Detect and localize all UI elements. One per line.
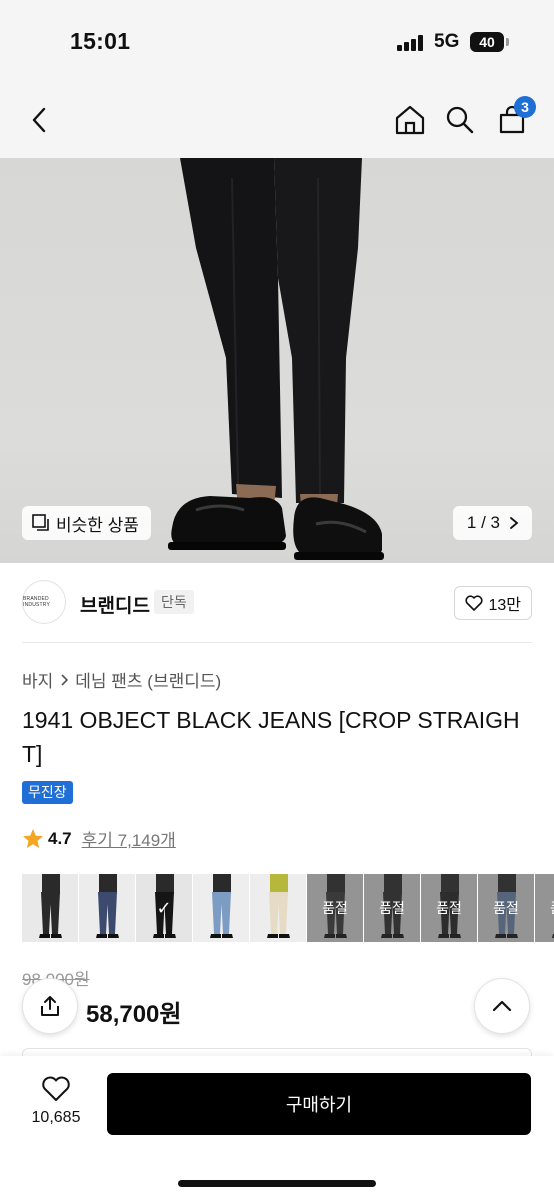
heart-icon — [465, 595, 484, 611]
divider — [22, 642, 532, 643]
color-option[interactable]: 품절 — [421, 874, 477, 942]
color-option[interactable]: ✓ — [136, 874, 192, 942]
similar-products-button[interactable]: 비슷한 상품 — [22, 506, 151, 540]
network-label: 5G — [434, 31, 460, 52]
buy-button[interactable]: 구매하기 — [107, 1073, 531, 1135]
color-option[interactable] — [193, 874, 249, 942]
wishlist-count: 10,685 — [31, 1109, 81, 1126]
product-photo — [168, 158, 384, 560]
breadcrumb: 바지 데님 팬츠 (브랜디드) — [22, 667, 221, 692]
chevron-right-icon — [61, 673, 69, 686]
rating-value: 4.7 — [48, 828, 72, 848]
battery-icon: 40 — [470, 32, 504, 52]
star-icon — [23, 828, 43, 848]
cart-count-badge: 3 — [514, 96, 536, 118]
sold-out-overlay: 품절 — [364, 874, 420, 942]
brand-logo[interactable]: BRANDED INDUSTRY — [22, 580, 66, 624]
signal-icon — [397, 35, 425, 51]
sold-out-overlay: 품절 — [307, 874, 363, 942]
selected-check-icon: ✓ — [156, 897, 172, 918]
similar-label: 비슷한 상품 — [56, 515, 139, 535]
color-option[interactable] — [250, 874, 306, 942]
store-badge: 무진장 — [22, 781, 73, 804]
home-icon — [395, 105, 425, 135]
chevron-right-icon — [510, 517, 519, 529]
wishlist-button[interactable]: 10,685 — [22, 1076, 90, 1127]
breadcrumb-subcategory[interactable]: 데님 팬츠 (브랜디드) — [75, 667, 221, 692]
share-button[interactable] — [22, 978, 78, 1034]
brand-row: BRANDED INDUSTRY 브랜디드 단독 13만 — [22, 580, 532, 626]
top-nav: 3 — [0, 84, 554, 158]
home-indicator — [178, 1180, 376, 1187]
back-icon — [32, 107, 46, 133]
page-indicator-text: 1 / 3 — [466, 513, 500, 532]
sold-out-overlay: 품절 — [421, 874, 477, 942]
sale-price: 58,700원 — [86, 1001, 182, 1028]
color-option-thumbnail — [193, 874, 249, 942]
search-button[interactable] — [440, 100, 480, 140]
rating-row: 4.7 후기 7,149개 — [22, 826, 176, 851]
sold-out-overlay: 품절 — [478, 874, 534, 942]
search-icon — [446, 106, 474, 134]
brand-like-count: 13만 — [488, 597, 521, 614]
exclusive-tag: 단독 — [154, 590, 194, 614]
color-option[interactable]: 품절 — [535, 874, 554, 942]
brand-logo-text: BRANDED INDUSTRY — [23, 596, 51, 608]
status-bar: 15:01 5G 40 — [0, 0, 554, 84]
color-option[interactable] — [79, 874, 135, 942]
color-option-thumbnail — [22, 874, 78, 942]
scroll-top-button[interactable] — [474, 978, 530, 1034]
brand-name[interactable]: 브랜디드 — [80, 591, 150, 618]
color-option[interactable] — [22, 874, 78, 942]
cart-button[interactable]: 3 — [492, 96, 536, 140]
share-icon — [41, 996, 59, 1016]
color-option[interactable]: 품절 — [364, 874, 420, 942]
color-options: ✓품절품절품절품절품절 — [22, 874, 554, 942]
image-page-indicator[interactable]: 1 / 3 — [452, 506, 532, 540]
back-button[interactable] — [20, 100, 60, 140]
chevron-up-icon — [492, 1000, 512, 1012]
home-button[interactable] — [390, 100, 430, 140]
color-option-thumbnail — [79, 874, 135, 942]
status-time: 15:01 — [70, 28, 131, 54]
product-title: 1941 OBJECT BLACK JEANS [CROP STRAIGHT] — [22, 707, 520, 767]
color-option-thumbnail — [250, 874, 306, 942]
heart-icon — [42, 1076, 70, 1101]
product-image[interactable]: 비슷한 상품 1 / 3 — [0, 158, 554, 563]
review-link[interactable]: 후기 7,149개 — [82, 826, 176, 851]
similar-icon — [32, 514, 49, 531]
breadcrumb-category[interactable]: 바지 — [22, 667, 53, 692]
color-option[interactable]: 품절 — [307, 874, 363, 942]
color-option[interactable]: 품절 — [478, 874, 534, 942]
bottom-bar: 10,685 구매하기 — [0, 1056, 554, 1200]
battery-tip — [506, 38, 509, 46]
sold-out-overlay: 품절 — [535, 874, 554, 942]
brand-like-button[interactable]: 13만 — [454, 586, 532, 620]
